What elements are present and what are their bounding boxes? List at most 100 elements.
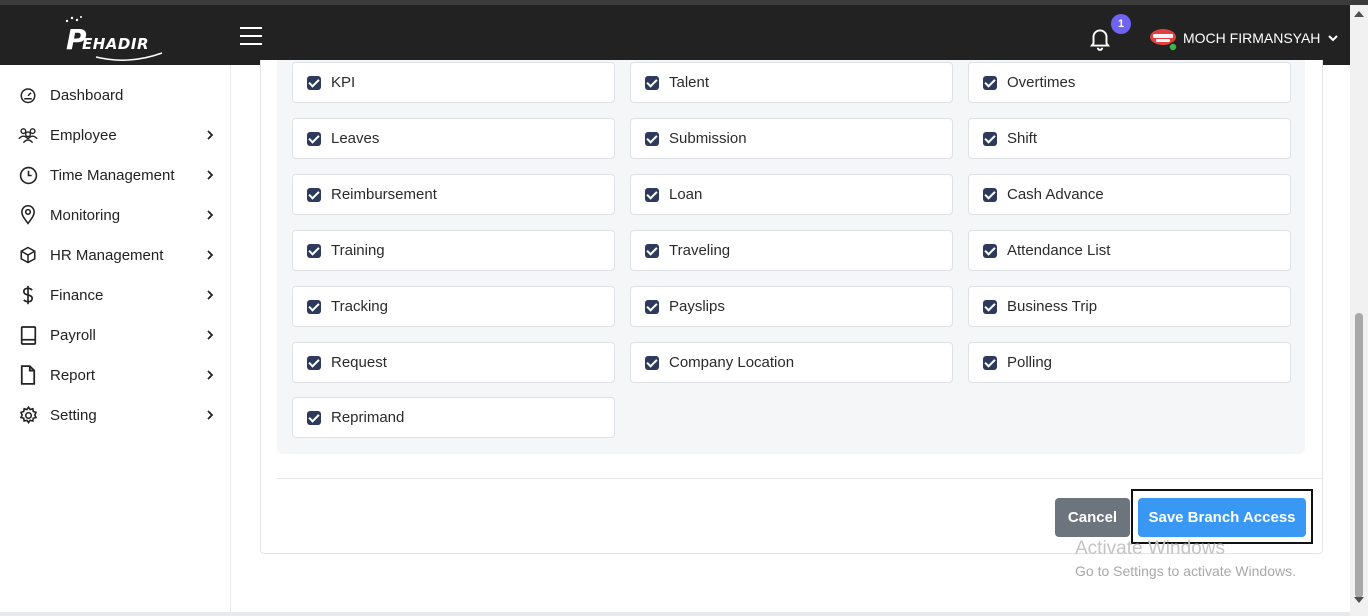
checkbox-checked[interactable] — [983, 299, 997, 314]
permission-label: Submission — [669, 130, 747, 147]
checkbox-checked[interactable] — [645, 187, 659, 202]
permission-shift[interactable]: Shift — [968, 118, 1291, 159]
permission-request[interactable]: Request — [292, 342, 615, 383]
scroll-thumb[interactable] — [1355, 313, 1363, 598]
scroll-up-arrow-icon[interactable] — [1354, 11, 1364, 17]
checkbox-checked[interactable] — [983, 131, 997, 146]
scroll-down-arrow-icon[interactable] — [1354, 597, 1364, 603]
sidebar-item-report[interactable]: Report — [0, 355, 231, 395]
checkbox-checked[interactable] — [983, 355, 997, 370]
checkbox-checked[interactable] — [645, 299, 659, 314]
clock-icon — [18, 165, 38, 185]
checkbox-checked[interactable] — [307, 410, 321, 425]
hamburger-line — [240, 43, 262, 45]
permission-loan[interactable]: Loan — [630, 174, 953, 215]
app-logo[interactable]: P EHADIR — [64, 15, 174, 65]
permission-kpi[interactable]: KPI — [292, 62, 615, 103]
permission-label: Reimbursement — [331, 186, 437, 203]
sidebar-item-label: Setting — [50, 406, 97, 424]
sidebar-toggle-button[interactable] — [240, 27, 262, 45]
permission-label: Leaves — [331, 130, 380, 147]
card-footer-divider — [277, 478, 1322, 479]
sidebar-item-label: Dashboard — [50, 86, 124, 104]
checkbox-checked[interactable] — [645, 131, 659, 146]
sidebar-item-employee[interactable]: Employee — [0, 115, 231, 155]
permission-training[interactable]: Training — [292, 230, 615, 271]
permission-tracking[interactable]: Tracking — [292, 286, 615, 327]
sidebar-item-label: Payroll — [50, 326, 96, 344]
sidebar: Dashboard Employee Time Management Monit… — [0, 65, 231, 616]
sidebar-item-time-management[interactable]: Time Management — [0, 155, 231, 195]
permission-talent[interactable]: Talent — [630, 62, 953, 103]
cancel-button[interactable]: Cancel — [1055, 498, 1130, 537]
sidebar-item-label: Finance — [50, 286, 104, 304]
user-menu[interactable]: MOCH FIRMANSYAH — [1146, 23, 1339, 53]
permission-business-trip[interactable]: Business Trip — [968, 286, 1291, 327]
permission-label: Overtimes — [1007, 74, 1076, 91]
sidebar-item-hr-management[interactable]: HR Management — [0, 235, 231, 275]
checkbox-checked[interactable] — [645, 355, 659, 370]
permission-label: KPI — [331, 74, 356, 91]
checkbox-checked[interactable] — [307, 355, 321, 370]
chevron-right-icon — [207, 250, 214, 260]
sidebar-item-payroll[interactable]: Payroll — [0, 315, 231, 355]
users-icon — [18, 125, 38, 145]
checkbox-checked[interactable] — [645, 75, 659, 90]
checkbox-checked[interactable] — [307, 299, 321, 314]
permission-label: Request — [331, 354, 387, 371]
permission-overtimes[interactable]: Overtimes — [968, 62, 1291, 103]
dashboard-icon — [18, 85, 38, 105]
checkbox-checked[interactable] — [645, 243, 659, 258]
chevron-right-icon — [207, 210, 214, 220]
permission-attendance-list[interactable]: Attendance List — [968, 230, 1291, 271]
checkbox-checked[interactable] — [307, 243, 321, 258]
permission-label: Company Location — [669, 354, 795, 371]
chevron-right-icon — [207, 330, 214, 340]
permission-payslips[interactable]: Payslips — [630, 286, 953, 327]
permission-label: Attendance List — [1007, 242, 1111, 259]
permission-label: Cash Advance — [1007, 186, 1104, 203]
permission-leaves[interactable]: Leaves — [292, 118, 615, 159]
logo-swoosh-icon — [95, 52, 163, 61]
checkbox-checked[interactable] — [983, 243, 997, 258]
horizontal-scrollbar — [0, 612, 1350, 616]
notification-badge: 1 — [1111, 14, 1131, 34]
permission-label: Business Trip — [1007, 298, 1098, 315]
permission-traveling[interactable]: Traveling — [630, 230, 953, 271]
notification-bell-icon[interactable] — [1087, 25, 1113, 51]
checkbox-checked[interactable] — [983, 75, 997, 90]
permission-reimbursement[interactable]: Reimbursement — [292, 174, 615, 215]
sidebar-item-dashboard[interactable]: Dashboard — [0, 75, 231, 115]
permission-polling[interactable]: Polling — [968, 342, 1291, 383]
box-icon — [18, 245, 38, 265]
chevron-right-icon — [207, 370, 214, 380]
location-pin-icon — [18, 205, 38, 225]
page-scrollbar[interactable] — [1350, 5, 1368, 616]
permission-company-location[interactable]: Company Location — [630, 342, 953, 383]
book-icon — [18, 325, 38, 345]
gear-icon — [18, 405, 38, 425]
hamburger-line — [240, 27, 262, 29]
sidebar-item-label: Time Management — [50, 166, 175, 184]
permission-reprimand[interactable]: Reprimand — [292, 397, 615, 438]
permission-label: Tracking — [331, 298, 388, 315]
sidebar-item-setting[interactable]: Setting — [0, 395, 231, 435]
checkbox-checked[interactable] — [983, 187, 997, 202]
permission-label: Training — [331, 242, 385, 259]
checkbox-checked[interactable] — [307, 131, 321, 146]
top-navbar: P EHADIR 1 MOCH FIRMANSYAH — [0, 0, 1368, 65]
permission-cash-advance[interactable]: Cash Advance — [968, 174, 1291, 215]
checkbox-checked[interactable] — [307, 75, 321, 90]
activate-windows-title: Activate Windows — [1075, 538, 1225, 559]
hamburger-line — [240, 35, 262, 37]
file-icon — [18, 365, 38, 385]
permission-submission[interactable]: Submission — [630, 118, 953, 159]
avatar — [1146, 23, 1180, 53]
sidebar-item-finance[interactable]: Finance — [0, 275, 231, 315]
permission-label: Shift — [1007, 130, 1038, 147]
save-branch-access-button[interactable]: Save Branch Access — [1138, 498, 1306, 537]
checkbox-checked[interactable] — [307, 187, 321, 202]
chevron-down-icon — [1328, 35, 1339, 42]
user-name: MOCH FIRMANSYAH — [1183, 30, 1321, 46]
sidebar-item-monitoring[interactable]: Monitoring — [0, 195, 231, 235]
